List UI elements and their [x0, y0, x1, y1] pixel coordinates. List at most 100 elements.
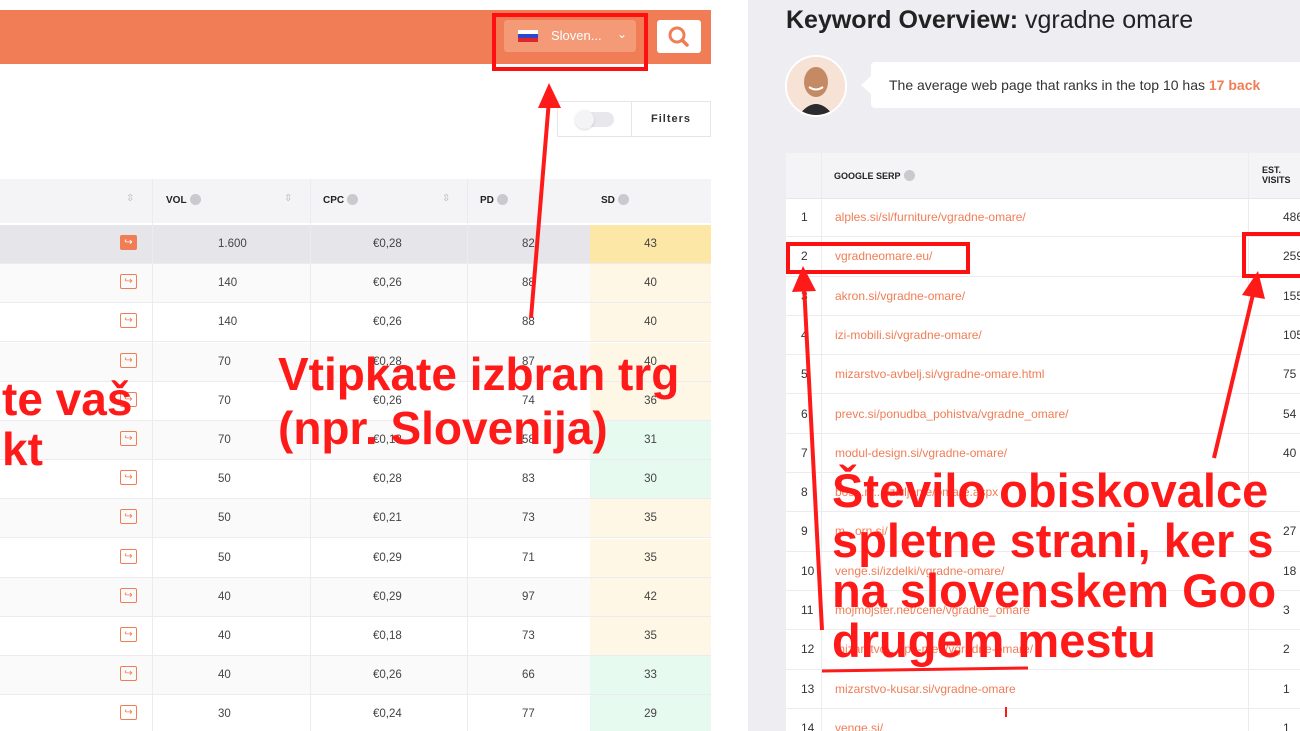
table-row[interactable]: ↪ 40 €0,26 66 33 — [0, 656, 711, 696]
cpc-cell: €0,26 — [373, 669, 402, 682]
serp-url-link[interactable]: mizarstvo-kusar.si/vgradne-omare — [835, 682, 1016, 696]
open-keyword-icon[interactable]: ↪ — [120, 666, 137, 682]
view-toggle[interactable] — [557, 101, 632, 137]
rank-number: 3 — [801, 288, 808, 303]
open-keyword-icon[interactable]: ↪ — [120, 627, 137, 642]
est-visits-value: 18 — [1283, 563, 1297, 578]
rank-number: 9 — [801, 524, 808, 539]
cpc-cell: €0,29 — [373, 551, 402, 564]
column-header-est-visits[interactable]: EST. VISITS — [1262, 165, 1291, 185]
cpc-cell: €0,26 — [373, 277, 402, 290]
sd-cell: 40 — [590, 303, 711, 342]
rank-number: 5 — [801, 367, 808, 382]
table-row: 1 alples.si/sl/furniture/vgradne-omare/48… — [786, 198, 1300, 238]
help-icon — [617, 194, 629, 205]
table-row[interactable]: ↪ 40 €0,18 73 35 — [0, 617, 711, 656]
sd-cell: 29 — [590, 695, 711, 731]
column-header-est-visits-line1: EST. — [1262, 165, 1282, 175]
sort-icon[interactable]: ⇳ — [126, 193, 134, 204]
pd-cell: 77 — [522, 708, 535, 721]
annotation-product-line2: kt — [2, 423, 43, 475]
vol-cell: 30 — [218, 708, 231, 721]
serp-url-link[interactable]: akron.si/vgradne-omare/ — [835, 289, 965, 303]
sd-cell: 35 — [590, 499, 711, 538]
table-row[interactable]: ↪ 50 €0,29 71 35 — [0, 538, 711, 578]
vol-cell: 70 — [218, 434, 231, 446]
table-row: 5 mizarstvo-avbelj.si/vgradne-omare.html 7… — [786, 355, 1300, 395]
person-icon — [787, 57, 845, 115]
page-title: Keyword Overview: vgradne omare — [786, 6, 1193, 35]
cpc-cell: €0,24 — [373, 708, 402, 721]
pd-cell: 66 — [522, 669, 535, 682]
pd-cell: 71 — [522, 551, 535, 564]
table-row[interactable]: ↪ 50 €0,28 83 30 — [0, 460, 711, 500]
table-row: 3 akron.si/vgradne-omare/155 — [786, 277, 1300, 316]
table-row[interactable]: ↪ 50 €0,21 73 35 — [0, 499, 711, 539]
open-keyword-icon[interactable]: ↪ — [120, 313, 137, 329]
annotation-product-line1: te vaš — [2, 373, 133, 425]
serp-url-link[interactable]: izi-mobili.si/vgradne-omare/ — [835, 328, 982, 342]
table-header: ⇳ VOL ⇳ CPC ⇳ PD SD — [0, 179, 711, 223]
open-keyword-icon[interactable]: ↪ — [120, 509, 137, 525]
open-keyword-icon[interactable]: ↪ — [120, 352, 137, 368]
serp-url-link[interactable]: venge.si/ — [835, 721, 883, 731]
pd-cell: 73 — [522, 630, 535, 642]
serp-url-link[interactable]: mizarstvo-avbelj.si/vgradne-omare.html — [835, 367, 1044, 381]
page-title-prefix: Keyword Overview: — [786, 6, 1019, 34]
est-visits-value: 1 — [1283, 681, 1290, 696]
rank-number: 1 — [801, 210, 808, 224]
sd-cell: 42 — [590, 577, 711, 616]
table-row[interactable]: ↪ 140 €0,26 88 40 — [0, 303, 711, 343]
filters-button[interactable]: Filters — [631, 101, 711, 137]
search-button[interactable] — [657, 20, 701, 53]
table-row[interactable]: ↪ 140 €0,26 88 40 — [0, 264, 711, 304]
open-keyword-icon[interactable]: ↪ — [120, 705, 137, 721]
tip-highlight: 17 back — [1208, 77, 1261, 93]
column-header-est-visits-line2: VISITS — [1262, 175, 1291, 185]
annotation-market-line1: Vtipkate izbran trg — [278, 348, 680, 400]
sd-cell: 43 — [590, 225, 711, 263]
vol-cell: 50 — [218, 551, 231, 564]
rank-number: 13 — [801, 681, 815, 696]
column-header-google-serp[interactable]: GOOGLE SERP — [834, 170, 915, 181]
sd-cell: 33 — [590, 656, 711, 695]
serp-url-link[interactable]: alples.si/sl/furniture/vgradne-omare/ — [835, 210, 1026, 224]
table-row[interactable]: ↪ 40 €0,29 97 42 — [0, 577, 711, 617]
est-visits-value: 75 — [1283, 367, 1297, 382]
pd-cell: 88 — [522, 316, 535, 329]
column-header-vol-label: VOL — [166, 195, 187, 206]
open-keyword-icon[interactable]: ↪ — [120, 274, 137, 290]
sort-icon[interactable]: ⇳ — [284, 193, 292, 204]
vol-cell: 140 — [218, 316, 238, 329]
sd-cell: 30 — [590, 460, 711, 499]
search-icon — [668, 26, 689, 47]
column-header-vol[interactable]: VOL — [166, 194, 201, 206]
table-row: 14 venge.si/1 — [786, 709, 1300, 731]
open-keyword-icon[interactable]: ↪ — [120, 548, 137, 564]
tip-text: The average web page that ranks in the t… — [889, 77, 1205, 93]
column-header-pd[interactable]: PD — [480, 194, 508, 206]
table-row[interactable]: ↪ 1.600 €0,28 82 43 — [0, 225, 711, 264]
open-keyword-icon[interactable]: ↪ — [120, 431, 137, 446]
rank-number: 12 — [801, 642, 815, 657]
annotation-box-country — [492, 13, 648, 71]
sort-icon[interactable]: ⇳ — [442, 193, 450, 204]
annotation-box-visits — [1242, 232, 1300, 278]
open-keyword-icon[interactable]: ↪ — [120, 470, 137, 486]
column-header-cpc[interactable]: CPC — [323, 194, 359, 206]
annotation-visitors-line1: Število obiskovalce — [832, 464, 1269, 517]
serp-url-link[interactable]: modul-design.si/vgradne-omare/ — [835, 446, 1007, 460]
est-visits-value: 27 — [1283, 524, 1297, 539]
column-divider — [467, 179, 468, 731]
help-icon — [189, 194, 201, 205]
serp-url-link[interactable]: prevc.si/ponudba_pohistva/vgradne_omare/ — [835, 407, 1068, 421]
table-row[interactable]: ↪ 30 €0,24 77 29 — [0, 695, 711, 731]
column-header-sd[interactable]: SD — [601, 194, 629, 206]
pd-cell: 82 — [522, 238, 535, 250]
vol-cell: 50 — [218, 473, 231, 486]
vol-cell: 70 — [218, 355, 231, 368]
open-keyword-icon[interactable]: ↪ — [120, 587, 137, 603]
annotation-box-rank-2 — [786, 242, 970, 274]
column-header-cpc-label: CPC — [323, 195, 345, 206]
open-keyword-icon[interactable]: ↪ — [120, 235, 137, 250]
